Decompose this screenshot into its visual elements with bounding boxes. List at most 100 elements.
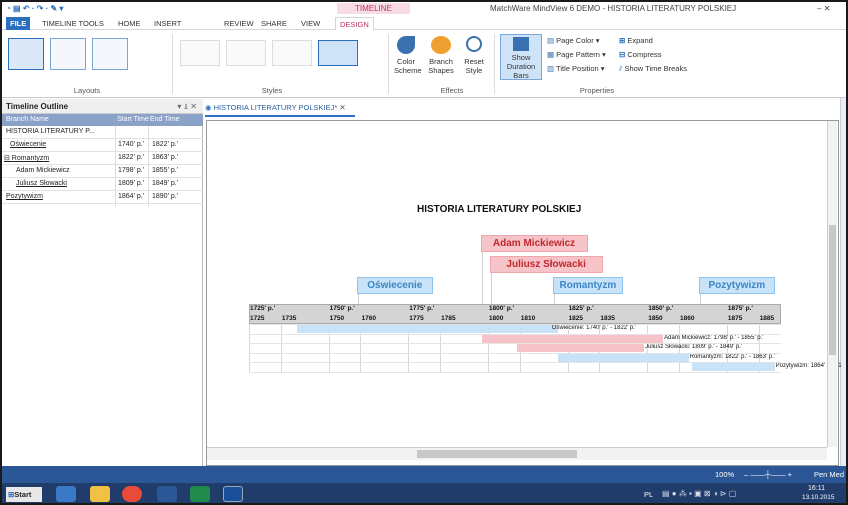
show-duration-bars-button[interactable]: Show Duration Bars — [500, 34, 542, 80]
outline-row[interactable]: Juliusz Słowacki 1809' p.' 1849' p.' — [2, 178, 203, 191]
duration-bar[interactable] — [481, 334, 664, 343]
minor-tick-label: 1750 — [329, 315, 345, 322]
panel-close-icon[interactable]: ▾ ⫫ ✕ — [177, 102, 197, 112]
major-tick-label: 1750' p.' — [329, 305, 355, 312]
minor-tick-label: 1850 — [648, 315, 663, 322]
column-header[interactable]: End Time — [150, 116, 180, 123]
tab-insert[interactable]: INSERT — [150, 17, 185, 30]
page-pattern-button[interactable]: ▦ Page Pattern ▾ — [547, 50, 606, 59]
branch-shapes-button[interactable]: Branch Shapes — [426, 36, 456, 75]
column-divider — [115, 126, 116, 206]
column-header[interactable]: Branch Name — [6, 116, 49, 123]
horizontal-scrollbar[interactable] — [207, 447, 827, 460]
taskbar: ⊞Start PL ▤ ● ⁂ ▪ ▣ ⊠ ◑ ⊳ ▢ 16:11 13.10.… — [2, 483, 846, 503]
taskbar-folder-icon[interactable] — [90, 486, 110, 502]
branch-connector — [554, 294, 555, 304]
style-thumbnail[interactable] — [226, 40, 266, 66]
taskbar-excel-icon[interactable] — [190, 486, 210, 502]
document-tab[interactable]: ◉ HISTORIA LITERATURY POLSKIEJ* ✕ — [205, 103, 355, 117]
start-button[interactable]: ⊞Start — [6, 487, 42, 502]
style-thumbnail[interactable] — [318, 40, 358, 66]
outline-row[interactable]: Pozytywizm 1864' p.' 1890' p.' — [2, 191, 203, 204]
timeline-outline-panel: Timeline Outline ▾ ⫫ ✕ Branch Name Start… — [2, 99, 203, 466]
minor-tick-label: 1800 — [488, 315, 504, 322]
style-thumbnail[interactable] — [272, 40, 312, 66]
taskbar-explorer-icon[interactable] — [56, 486, 76, 502]
tab-design[interactable]: DESIGN — [335, 17, 374, 30]
branch-box[interactable]: Romantyzm — [553, 277, 623, 294]
start-time: 1809' p.' — [118, 180, 145, 187]
outline-row[interactable]: Oświecenie 1740' p.' 1822' p.' — [2, 139, 203, 152]
status-bar: 100% – ——┼—— + Pen Med — [2, 466, 846, 483]
start-time: 1740' p.' — [118, 141, 145, 148]
color-scheme-button[interactable]: Color Scheme — [394, 36, 422, 75]
outline-row[interactable]: ⊟ Romantyzm 1822' p.' 1863' p.' — [2, 152, 203, 165]
title-bar: ◔ ▤ ↶ · ↷ · ✎ ▾ TIMELINE MatchWare MindV… — [2, 2, 846, 16]
timeline-canvas[interactable]: HISTORIA LITERATURY POLSKIEJ Oświecenie A… — [207, 121, 842, 447]
app-window: ◔ ▤ ↶ · ↷ · ✎ ▾ TIMELINE MatchWare MindV… — [0, 0, 848, 505]
close-tab-icon[interactable]: ✕ — [337, 103, 345, 112]
branch-name: Oświecenie — [10, 141, 47, 148]
tab-timeline-tools[interactable]: TIMELINE TOOLS — [38, 17, 108, 30]
row-line — [249, 371, 781, 373]
status-right-text: Pen Med — [814, 470, 845, 479]
end-time: 1849' p.' — [152, 180, 179, 187]
major-tick-label: 1875' p.' — [727, 305, 753, 312]
branch-connector — [357, 294, 359, 304]
timeline-title[interactable]: HISTORIA LITERATURY POLSKIEJ — [417, 204, 581, 215]
scroll-thumb[interactable] — [417, 450, 577, 458]
show-time-breaks-button[interactable]: ⫽ Show Time Breaks — [619, 64, 687, 73]
title-position-icon: ▥ — [547, 64, 557, 73]
duration-bar[interactable] — [691, 363, 775, 371]
tab-home[interactable]: HOME — [114, 17, 145, 30]
title-position-button[interactable]: ▥ Title Position ▾ — [547, 64, 605, 73]
branch-box[interactable]: Oświecenie — [356, 277, 433, 294]
tray-icons[interactable]: ▤ ● ⁂ ▪ ▣ ⊠ ◑ ⊳ ▢ — [662, 489, 736, 498]
zoom-slider[interactable]: – ——┼—— + — [744, 470, 792, 479]
outline-row[interactable]: HISTORIA LITERATURY P... — [2, 126, 203, 139]
taskbar-mindview-icon[interactable] — [223, 486, 243, 502]
scroll-thumb[interactable] — [829, 225, 836, 355]
reset-style-button[interactable]: Reset Style — [462, 36, 486, 75]
end-time: 1890' p.' — [152, 193, 179, 200]
branch-box[interactable]: Juliusz Słowacki — [489, 256, 603, 273]
branch-connector — [490, 273, 492, 304]
tab-share[interactable]: SHARE — [257, 17, 291, 30]
duration-bar[interactable] — [516, 344, 644, 352]
grid-line — [280, 324, 282, 372]
page-color-icon: ▤ — [547, 36, 557, 45]
style-thumbnail[interactable] — [180, 40, 220, 66]
right-side-panel — [840, 98, 846, 466]
styles-gallery[interactable] — [180, 40, 380, 70]
major-tick-label: 1800' p.' — [488, 305, 515, 312]
branch-name: HISTORIA LITERATURY P... — [6, 128, 95, 135]
branch-box[interactable]: Pozytywizm — [698, 277, 775, 294]
layouts-gallery[interactable] — [8, 36, 158, 72]
page-color-button[interactable]: ▤ Page Color ▾ — [547, 36, 600, 45]
vertical-scrollbar[interactable] — [827, 121, 837, 447]
window-controls[interactable]: – ✕ — [817, 4, 830, 13]
taskbar-word-icon[interactable] — [157, 486, 177, 502]
quick-access-toolbar[interactable]: ◔ ▤ ↶ · ↷ · ✎ ▾ — [6, 4, 63, 13]
taskbar-chrome-icon[interactable] — [122, 486, 142, 502]
layout-thumbnail[interactable] — [92, 38, 128, 70]
duration-bar[interactable] — [296, 325, 558, 333]
outline-row[interactable]: Adam Mickiewicz 1798' p.' 1855' p.' — [2, 165, 203, 178]
tab-review[interactable]: REVIEW — [220, 17, 258, 30]
duration-bar[interactable] — [558, 353, 689, 362]
minor-tick-label: 1775 — [409, 315, 424, 322]
row-line — [249, 333, 781, 335]
group-label-properties: Properties — [579, 86, 615, 95]
column-header[interactable]: Start Time — [117, 116, 149, 123]
compress-button[interactable]: ⊟ Compress — [619, 50, 662, 59]
column-divider — [148, 126, 149, 206]
minor-tick-label: 1735 — [281, 315, 297, 322]
language-indicator[interactable]: PL — [644, 490, 653, 499]
layout-thumbnail[interactable] — [50, 38, 86, 70]
layout-thumbnail[interactable] — [8, 38, 44, 70]
tab-file[interactable]: FILE — [6, 17, 31, 30]
tab-view[interactable]: VIEW — [297, 17, 324, 30]
document-icon: ◉ — [205, 103, 214, 112]
branch-box[interactable]: Adam Mickiewicz — [480, 235, 588, 252]
expand-button[interactable]: ⊞ Expand — [619, 36, 653, 45]
